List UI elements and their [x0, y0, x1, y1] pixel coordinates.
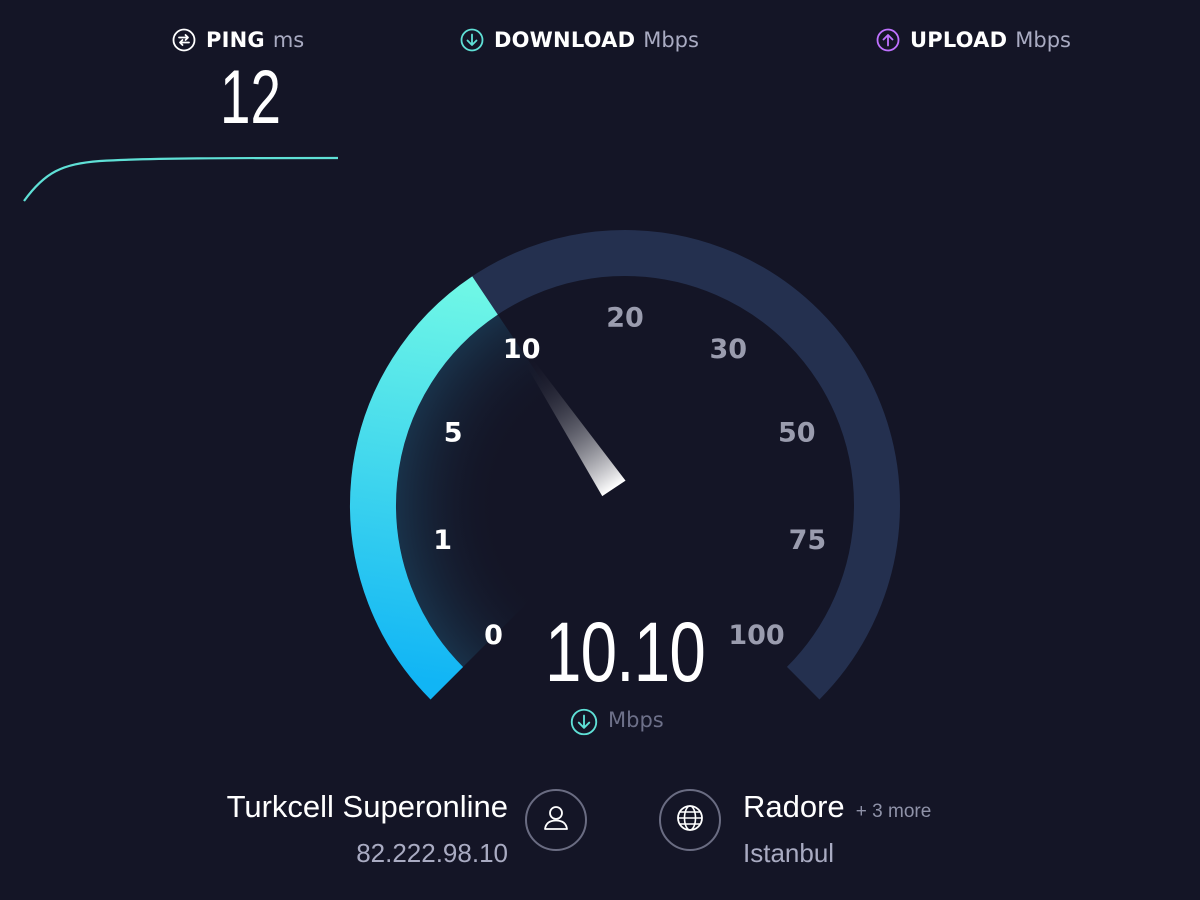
gauge-tick-label: 0 [484, 620, 503, 651]
gauge-tick-label: 5 [444, 417, 463, 448]
speed-gauge: 0 1 5 10 20 30 50 75 100 [350, 230, 900, 700]
globe-icon [674, 802, 706, 838]
server-name[interactable]: Radore [743, 789, 845, 824]
speedtest-app: PING ms 12 DOWNLOAD Mbps UPLOAD Mbps 0 1… [0, 0, 1200, 900]
isp-name: Turkcell Superonline [226, 789, 508, 824]
gauge-tick-label: 100 [728, 620, 784, 651]
download-arrow-icon [570, 708, 598, 736]
gauge-tick-label: 75 [789, 525, 827, 556]
user-icon [540, 802, 572, 838]
server-more-link[interactable]: + 3 more [856, 801, 932, 822]
server-location: Istanbul [743, 838, 835, 868]
gauge-tick-label: 30 [710, 334, 748, 365]
gauge-tick-label: 1 [433, 525, 452, 556]
server-name-row: Radore + 3 more [743, 789, 931, 825]
gauge-tick-label: 20 [606, 303, 644, 334]
change-server-button[interactable] [659, 789, 721, 851]
change-provider-button[interactable] [525, 789, 587, 851]
speed-unit: Mbps [608, 708, 664, 732]
isp-ip: 82.222.98.10 [356, 838, 508, 868]
gauge-tick-label: 50 [778, 417, 816, 448]
speed-value: 10.10 [544, 605, 706, 699]
speed-unit-row: Mbps [570, 705, 664, 736]
gauge-tick-label: 10 [503, 334, 541, 365]
